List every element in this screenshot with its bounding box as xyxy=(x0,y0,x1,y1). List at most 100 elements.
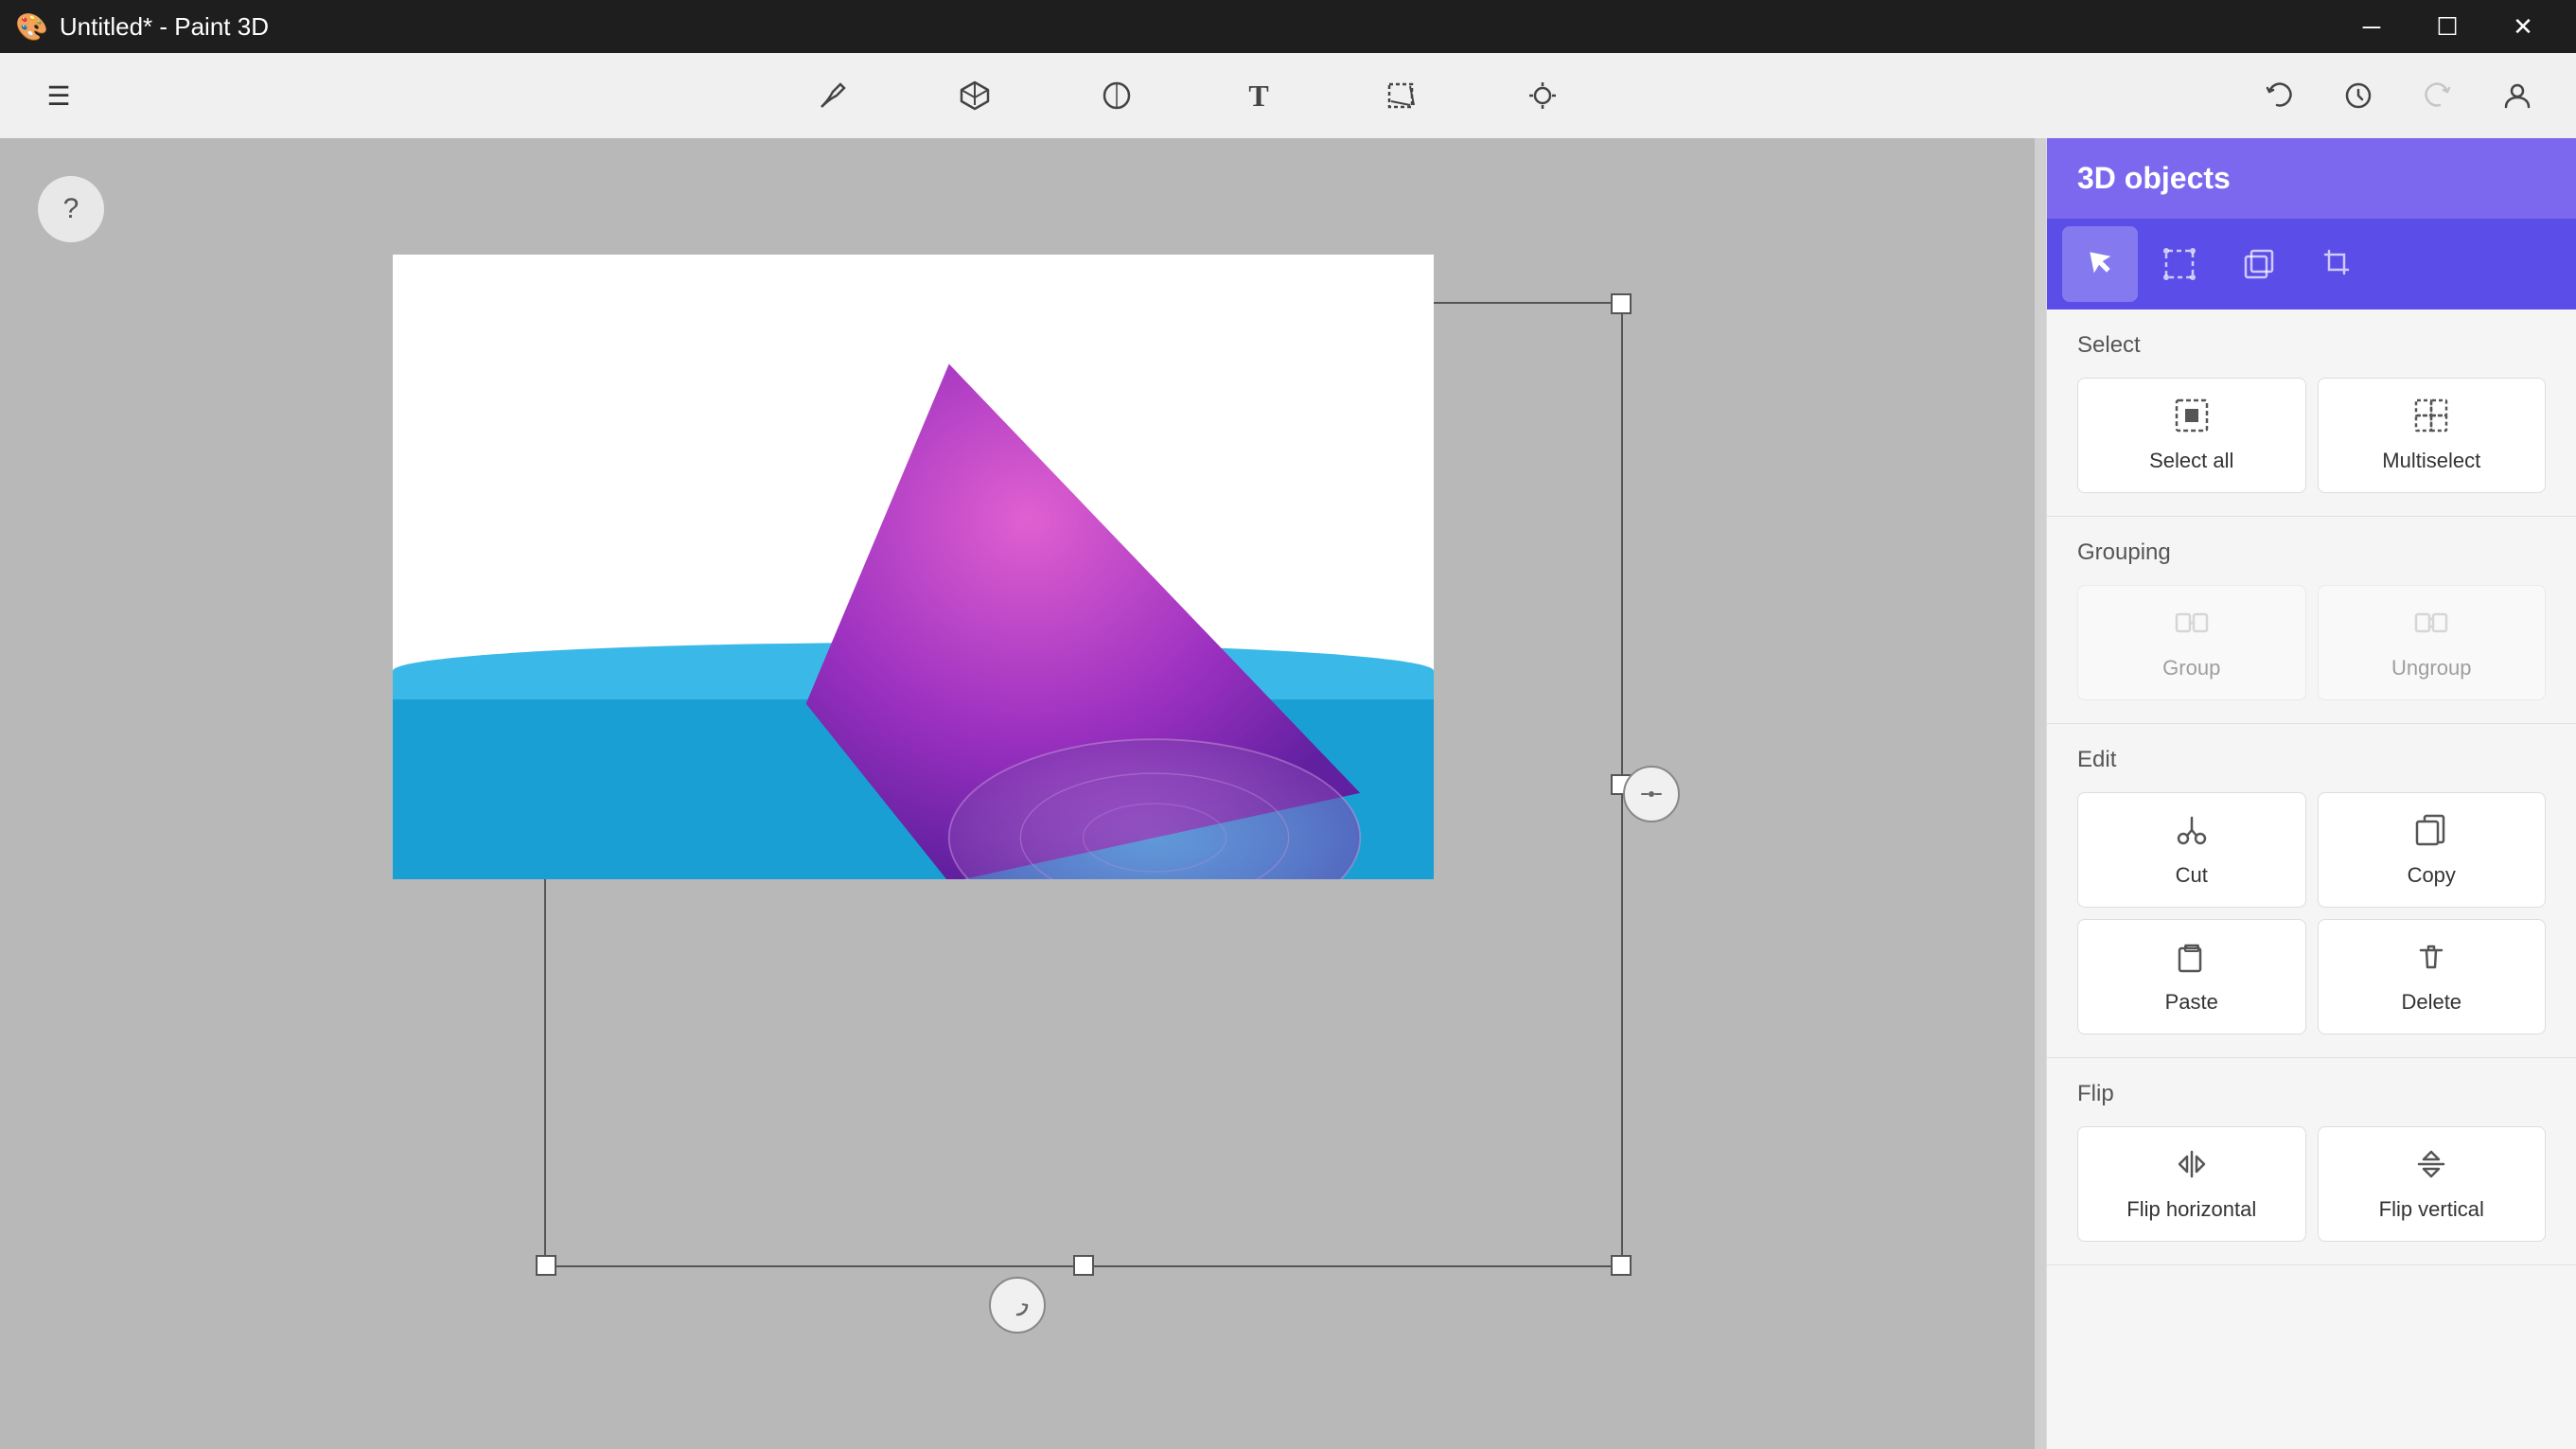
rotate-bottom-icon xyxy=(1003,1291,1032,1319)
flip-vertical-label: Flip vertical xyxy=(2379,1197,2484,1222)
flip-vertical-icon xyxy=(2413,1146,2449,1188)
app-icon: 🎨 xyxy=(15,11,48,43)
cut-label: Cut xyxy=(2176,863,2208,888)
delete-button[interactable]: Delete xyxy=(2318,919,2547,1034)
selection-icon xyxy=(1384,79,1418,113)
group-button[interactable]: Group xyxy=(2077,585,2306,700)
main-area: ? xyxy=(0,138,2576,1449)
panel-divider[interactable] xyxy=(2035,138,2046,1449)
duplicate-icon xyxy=(2242,247,2276,281)
3d-icon xyxy=(958,79,992,113)
handle-bottom-right[interactable] xyxy=(1611,1255,1632,1276)
cut-icon xyxy=(2174,812,2210,854)
redo-icon xyxy=(2423,80,2453,111)
window-controls: ─ ☐ ✕ xyxy=(2334,0,2561,53)
group-label: Group xyxy=(2162,656,2220,680)
rotate-bottom-handle[interactable] xyxy=(989,1277,1046,1334)
flip-horizontal-label: Flip horizontal xyxy=(2126,1197,2256,1222)
panel-title: 3D objects xyxy=(2077,161,2231,195)
flip-horizontal-icon xyxy=(2174,1146,2210,1188)
tab-transform[interactable] xyxy=(2142,226,2217,302)
edit-section: Edit Cut Copy xyxy=(2047,724,2576,1058)
grouping-section-title: Grouping xyxy=(2077,539,2546,566)
effects-tool[interactable] xyxy=(1509,62,1576,129)
tab-crop[interactable] xyxy=(2301,226,2376,302)
multiselect-button[interactable]: Multiselect xyxy=(2318,378,2547,493)
history-icon xyxy=(2343,80,2373,111)
handle-top-right[interactable] xyxy=(1611,293,1632,314)
multiselect-label: Multiselect xyxy=(2382,449,2480,473)
crop-icon xyxy=(2321,247,2355,281)
menu-button[interactable]: ☰ xyxy=(30,67,87,124)
history-button[interactable] xyxy=(2330,67,2387,124)
select-all-icon xyxy=(2174,398,2210,439)
menu-icon: ☰ xyxy=(46,80,70,112)
text-tool[interactable]: T xyxy=(1226,62,1292,129)
brush-icon xyxy=(816,79,850,113)
3d-shape-tool[interactable] xyxy=(942,62,1008,129)
toolbar-right-controls xyxy=(2250,67,2546,124)
title-bar: 🎨 Untitled* - Paint 3D ─ ☐ ✕ xyxy=(0,0,2576,53)
select-section: Select Select all Multiselect xyxy=(2047,309,2576,517)
delete-icon xyxy=(2413,939,2449,981)
ungroup-icon xyxy=(2413,605,2449,646)
panel-tabs xyxy=(2047,219,2576,309)
cut-button[interactable]: Cut xyxy=(2077,792,2306,908)
flip-section: Flip Flip horizontal Flip vertical xyxy=(2047,1058,2576,1265)
edit-section-title: Edit xyxy=(2077,747,2546,773)
panel-header: 3D objects xyxy=(2047,138,2576,219)
2d-shape-tool[interactable] xyxy=(1084,62,1150,129)
grouping-section: Grouping Group Ungroup xyxy=(2047,517,2576,724)
transform-icon xyxy=(2162,247,2197,281)
redo-button[interactable] xyxy=(2409,67,2466,124)
maximize-button[interactable]: ☐ xyxy=(2409,0,2485,53)
tab-duplicate[interactable] xyxy=(2221,226,2297,302)
depth-right-icon xyxy=(1638,781,1665,807)
select-section-title: Select xyxy=(2077,332,2546,359)
artwork-canvas xyxy=(393,255,1434,879)
flip-vertical-button[interactable]: Flip vertical xyxy=(2318,1126,2547,1242)
toolbar: ☰ T xyxy=(0,53,2576,138)
user-icon xyxy=(2502,80,2532,111)
select-cursor-icon xyxy=(2083,247,2117,281)
canvas-area[interactable]: ? xyxy=(0,138,2035,1449)
brush-tool[interactable] xyxy=(800,62,866,129)
ungroup-button[interactable]: Ungroup xyxy=(2318,585,2547,700)
handle-bottom-center[interactable] xyxy=(1073,1255,1094,1276)
side-panel: 3D objects Select xyxy=(2046,138,2576,1449)
paste-button[interactable]: Paste xyxy=(2077,919,2306,1034)
window-title: Untitled* - Paint 3D xyxy=(60,12,269,42)
grouping-button-grid: Group Ungroup xyxy=(2077,585,2546,700)
handle-bottom-left[interactable] xyxy=(536,1255,556,1276)
undo-icon xyxy=(2264,80,2294,111)
paste-label: Paste xyxy=(2165,990,2218,1015)
help-icon: ? xyxy=(63,193,79,225)
ungroup-label: Ungroup xyxy=(2391,656,2471,680)
copy-button[interactable]: Copy xyxy=(2318,792,2547,908)
copy-icon xyxy=(2413,812,2449,854)
text-icon: T xyxy=(1248,79,1268,114)
flip-horizontal-button[interactable]: Flip horizontal xyxy=(2077,1126,2306,1242)
flip-section-title: Flip xyxy=(2077,1081,2546,1107)
2d-icon xyxy=(1100,79,1134,113)
user-button[interactable] xyxy=(2489,67,2546,124)
delete-label: Delete xyxy=(2401,990,2461,1015)
group-icon xyxy=(2174,605,2210,646)
help-button[interactable]: ? xyxy=(38,176,104,242)
close-button[interactable]: ✕ xyxy=(2485,0,2561,53)
select-button-grid: Select all Multiselect xyxy=(2077,378,2546,493)
cone-shape xyxy=(752,292,1396,879)
selection-container xyxy=(355,226,1680,1362)
depth-handle-right[interactable] xyxy=(1623,766,1680,822)
copy-label: Copy xyxy=(2408,863,2456,888)
selection-tool[interactable] xyxy=(1367,62,1434,129)
paste-icon xyxy=(2174,939,2210,981)
select-all-button[interactable]: Select all xyxy=(2077,378,2306,493)
multiselect-icon xyxy=(2413,398,2449,439)
effects-icon xyxy=(1526,79,1560,113)
edit-button-grid: Cut Copy Paste xyxy=(2077,792,2546,1034)
minimize-button[interactable]: ─ xyxy=(2334,0,2409,53)
undo-button[interactable] xyxy=(2250,67,2307,124)
tab-select-mode[interactable] xyxy=(2062,226,2138,302)
flip-button-grid: Flip horizontal Flip vertical xyxy=(2077,1126,2546,1242)
